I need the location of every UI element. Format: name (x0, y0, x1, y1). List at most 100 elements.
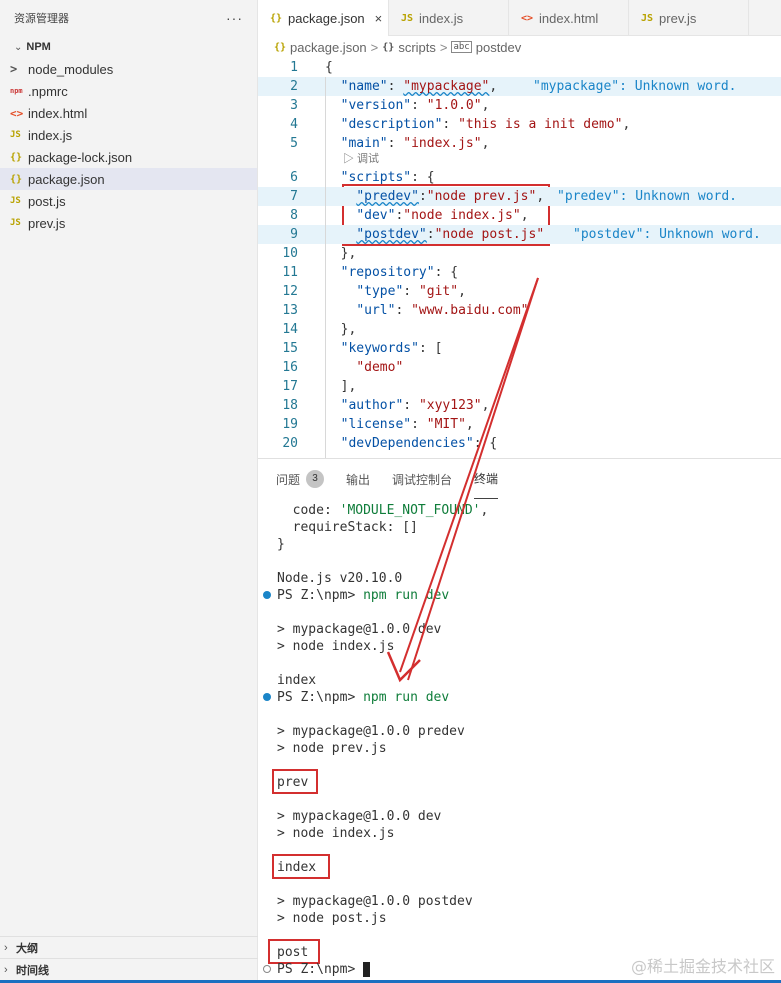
code-text: "scripts": { (340, 170, 435, 185)
explorer-title: 资源管理器 (14, 13, 69, 25)
panel-tab[interactable]: 终端 (474, 459, 499, 499)
code-text: "name": "mypackage", (340, 79, 498, 94)
terminal-line: PS Z:\npm> npm run dev (277, 689, 449, 706)
code-text: }, (325, 246, 357, 261)
terminal-line: > mypackage@1.0.0 predev (277, 724, 465, 739)
command-decoration-icon[interactable] (263, 965, 271, 973)
code-line[interactable]: 10 }, (258, 244, 781, 263)
code-text: "dev":"node index.js", (356, 208, 529, 223)
code-line[interactable]: 3 "version": "1.0.0", (258, 96, 781, 115)
tab-label: package.json (288, 10, 365, 26)
command-decoration-icon[interactable] (263, 693, 271, 701)
file-label: post.js (28, 193, 66, 209)
terminal-prompt: PS Z:\npm> (277, 588, 356, 603)
timeline-section[interactable]: › 时间线 (0, 958, 258, 980)
explorer-header: 资源管理器 ··· (0, 0, 257, 36)
terminal-line: > node index.js (277, 639, 395, 654)
html-icon: <> (10, 106, 24, 120)
code-line[interactable]: 17 ], (258, 377, 781, 396)
workspace-folder-npm[interactable]: ⌄ NPM (0, 36, 257, 58)
js-icon: JS (10, 196, 21, 206)
code-text: "postdev":"node post.js" (356, 227, 545, 242)
terminal-line: > node index.js (277, 826, 395, 841)
line-number: 11 (282, 265, 298, 280)
file-item[interactable]: JS index.js (0, 124, 257, 146)
file-label: node_modules (28, 61, 114, 77)
editor-tab[interactable]: <> index.html (509, 0, 629, 36)
file-item[interactable]: {} package-lock.json (0, 146, 257, 168)
code-line[interactable]: 16 "demo" (258, 358, 781, 377)
code-line[interactable]: 1{ (258, 58, 781, 77)
line-number: 5 (290, 136, 298, 151)
js-icon: JS (10, 218, 21, 228)
code-line[interactable]: 18 "author": "xyy123", (258, 396, 781, 415)
terminal-line: requireStack: [] (277, 520, 418, 535)
file-label: index.html (28, 105, 88, 121)
editor-tab[interactable]: JS index.js (389, 0, 509, 36)
code-line[interactable]: 11 "repository": { (258, 263, 781, 282)
file-item[interactable]: JS post.js (0, 190, 257, 212)
file-label: package-lock.json (28, 149, 133, 165)
line-number: 20 (282, 436, 298, 451)
js-icon: JS (10, 130, 21, 140)
code-line[interactable]: 5 "main": "index.js", (258, 134, 781, 153)
panel-tabs: 问题 3 输出 调试控制台 终端 (258, 459, 781, 499)
watermark: @稀土掘金技术社区 (630, 957, 775, 976)
json-icon: {} (10, 151, 23, 163)
file-label: .npmrc (28, 83, 68, 99)
more-actions-icon[interactable]: ··· (226, 10, 243, 26)
editor-tab[interactable]: JS prev.js (629, 0, 749, 36)
code-line[interactable]: 2 "name": "mypackage", "mypackage": Unkno… (258, 77, 781, 96)
terminal-command: npm run dev (363, 588, 450, 603)
editor-tabs: {} package.json × JS index.js <> index.html JS p… (258, 0, 781, 36)
panel-tab[interactable]: 调试控制台 (392, 459, 452, 499)
editor-tab[interactable]: {} package.json × (258, 0, 389, 36)
html-icon: <> (521, 12, 534, 24)
code-line[interactable]: 20 "devDependencies": { (258, 434, 781, 453)
json-icon: {} (10, 173, 23, 185)
breadcrumb-file[interactable]: package.json (290, 40, 367, 55)
breadcrumb-postdev[interactable]: postdev (476, 40, 522, 55)
breadcrumb-scripts[interactable]: scripts (398, 40, 436, 55)
code-line[interactable]: 4 "description": "this is a init demo", (258, 115, 781, 134)
code-text: "type": "git", (356, 284, 466, 299)
close-icon[interactable]: × (375, 11, 383, 26)
file-item[interactable]: {} package.json (0, 168, 257, 190)
code-line[interactable]: 6 "scripts": { (258, 168, 781, 187)
file-item[interactable]: JS prev.js (0, 212, 257, 234)
code-line[interactable]: 19 "license": "MIT", (258, 415, 781, 434)
panel-tab[interactable]: 输出 (346, 459, 370, 499)
code-line[interactable]: 8 "dev":"node index.js", (258, 206, 781, 225)
terminal-line: PS Z:\npm> (277, 961, 371, 978)
code-line[interactable]: 14 }, (258, 320, 781, 339)
panel-tab[interactable]: 问题 3 (276, 459, 325, 499)
code-text: "version": "1.0.0", (340, 98, 490, 113)
terminal-line: Node.js v20.10.0 (277, 571, 403, 586)
line-number: 4 (290, 117, 298, 132)
file-item[interactable]: > node_modules (0, 58, 257, 80)
line-number: 15 (282, 341, 298, 356)
outline-section[interactable]: › 大纲 (0, 936, 258, 958)
command-decoration-icon[interactable] (263, 591, 271, 599)
terminal-error-code: 'MODULE_NOT_FOUND' (339, 503, 481, 518)
code-editor[interactable]: ▷ 调试 1{2 "name": "mypackage", "mypackage"… (258, 58, 781, 458)
panel-tab-label: 输出 (346, 472, 371, 487)
code-text: "description": "this is a init demo", (340, 117, 631, 132)
bottom-panel: 问题 3 输出 调试控制台 终端 code: 'MODULE_NOT_FOUND', r… (258, 458, 781, 983)
file-item[interactable]: npm .npmrc (0, 80, 257, 102)
file-item[interactable]: <> index.html (0, 102, 257, 124)
file-label: package.json (28, 171, 105, 187)
code-line[interactable]: 15 "keywords": [ (258, 339, 781, 358)
panel-tab-label: 终端 (474, 472, 499, 486)
terminal-line: > mypackage@1.0.0 postdev (277, 894, 473, 909)
problems-count-badge: 3 (306, 470, 325, 488)
code-line[interactable]: 9 "postdev":"node post.js" "postdev": Unk… (258, 225, 781, 244)
terminal-line: > node prev.js (277, 741, 387, 756)
code-line[interactable]: 12 "type": "git", (258, 282, 781, 301)
panel-tab-label: 调试控制台 (392, 472, 453, 487)
terminal-command: npm run dev (363, 690, 450, 705)
js-icon: JS (641, 12, 654, 24)
terminal-line: > node post.js (277, 911, 387, 926)
code-line[interactable]: 13 "url": "www.baidu.com" (258, 301, 781, 320)
code-line[interactable]: 7 "predev":"node prev.js", "predev": Unkn… (258, 187, 781, 206)
